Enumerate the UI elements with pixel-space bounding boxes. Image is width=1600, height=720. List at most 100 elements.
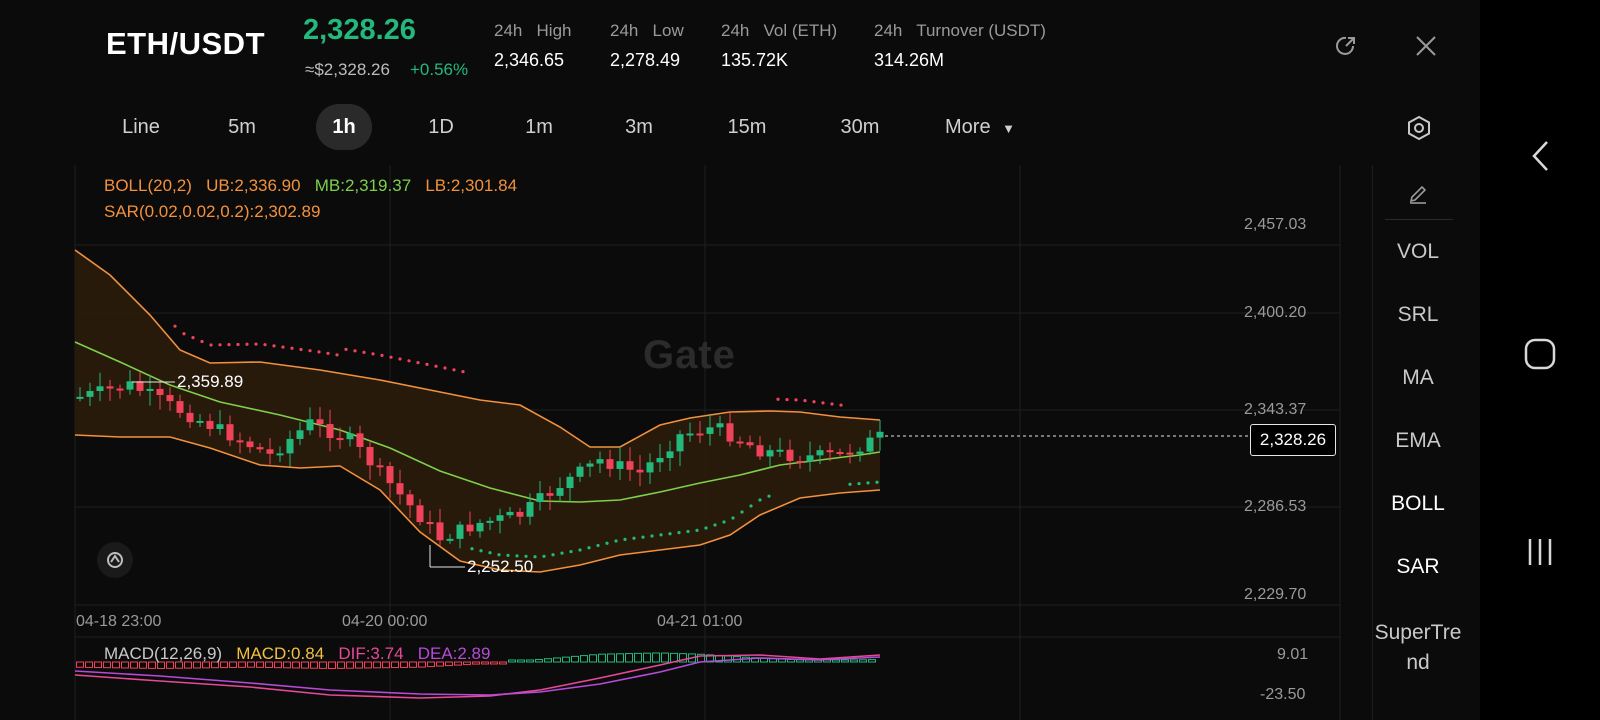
sar-dot [245, 342, 249, 346]
candle-body [526, 502, 534, 517]
macd-histogram-bar [850, 659, 858, 663]
sar-dot [470, 547, 474, 551]
tab-1h[interactable]: 1h [316, 104, 372, 150]
sar-dot [776, 397, 780, 401]
tab-line[interactable]: Line [106, 104, 176, 150]
chart-logo-icon[interactable] [97, 542, 133, 578]
candle-body [536, 493, 544, 503]
sar-dot [227, 343, 231, 347]
macd-histogram-bar [868, 659, 876, 663]
macd-dif: DIF:3.74 [338, 644, 404, 663]
candle-body [656, 458, 664, 463]
candle-body [156, 388, 164, 396]
candle-body [636, 469, 644, 473]
macd-histogram-bar [508, 659, 516, 663]
sar-dot [299, 347, 303, 352]
candle-body [746, 442, 754, 446]
candle-body [386, 466, 394, 484]
sar-dot [407, 359, 411, 363]
y-axis-label: 2,229.70 [1244, 586, 1307, 603]
sar-dot [191, 336, 195, 340]
indicator-boll[interactable]: BOLL [1373, 492, 1463, 516]
tab-1d[interactable]: 1D [411, 104, 471, 150]
watermark-logo: Gate [643, 333, 736, 377]
candle-body [116, 388, 124, 391]
indicator-supertrend[interactable]: SuperTre nd [1373, 618, 1463, 678]
sar-dot [722, 520, 726, 524]
stat-value: 314.26M [874, 50, 945, 70]
x-axis-label: 04-18 23:00 [76, 613, 162, 630]
candle-body [846, 452, 854, 455]
indicator-srl[interactable]: SRL [1373, 303, 1463, 327]
sar-dot [812, 400, 816, 404]
indicator-ema[interactable]: EMA [1373, 429, 1463, 453]
share-icon[interactable] [1330, 30, 1362, 62]
candle-body [776, 449, 784, 452]
sar-dot [659, 533, 663, 537]
settings-icon[interactable] [1403, 112, 1435, 144]
tab-5m[interactable]: 5m [212, 104, 272, 150]
sar-dot [749, 504, 753, 508]
tab-1m[interactable]: 1m [509, 104, 569, 150]
candle-body [416, 505, 424, 523]
back-icon[interactable] [1520, 136, 1560, 176]
tab-more[interactable]: More ▼ [945, 104, 1035, 150]
candle-body [826, 450, 834, 453]
sar-dot [641, 535, 645, 539]
candle-body [246, 441, 254, 448]
candle-body [596, 459, 604, 464]
price-usd: ≈$2,328.26 [305, 60, 390, 79]
candlestick-chart[interactable] [0, 165, 1372, 720]
macd-name: MACD(12,26,9) [104, 644, 223, 663]
candle-body [346, 433, 354, 440]
last-price: 2,328.26 [303, 14, 416, 46]
stat-24h-high: 24h High 2,346.65 [494, 21, 572, 71]
tab-3m[interactable]: 3m [609, 104, 669, 150]
candle-body [516, 511, 524, 517]
candle-body [546, 493, 554, 496]
home-icon[interactable] [1518, 332, 1562, 376]
sar-dot [443, 366, 447, 370]
indicator-ma[interactable]: MA [1373, 366, 1463, 390]
candle-body [806, 455, 814, 462]
sar-dot [677, 531, 681, 535]
stat-label: 24h Vol (ETH) [721, 21, 838, 40]
macd-histogram-bar [553, 657, 561, 663]
stat-value: 2,278.49 [610, 50, 681, 70]
candle-body [736, 441, 744, 444]
candle-body [856, 451, 864, 454]
candle-body [756, 445, 764, 457]
sar-dot [488, 551, 492, 555]
candle-body [106, 386, 114, 389]
sar-dot [497, 553, 501, 557]
pair-title: ETH/USDT [106, 26, 265, 61]
macd-histogram-bar [589, 654, 597, 663]
tab-15m[interactable]: 15m [712, 104, 782, 150]
indicator-sar[interactable]: SAR [1373, 555, 1463, 579]
candle-body [356, 433, 364, 448]
candle-body [586, 463, 594, 467]
macd-histogram-bar [607, 653, 615, 663]
candle-body [496, 515, 504, 521]
sar-dot [830, 402, 834, 406]
candle-body [136, 381, 144, 391]
candle-body [176, 401, 184, 413]
sar-legend: SAR(0.02,0.02,0.2):2,302.89 [104, 202, 321, 221]
tab-30m[interactable]: 30m [825, 104, 895, 150]
candle-body [256, 447, 264, 450]
price-change: +0.56% [410, 60, 469, 79]
candle-body [726, 423, 734, 442]
macd-histogram-bar [76, 661, 84, 668]
close-icon[interactable] [1410, 30, 1442, 62]
macd-histogram-bar [652, 652, 660, 663]
chart-area[interactable]: Gate BOLL(20,2) UB:2,336.90 MB:2,319.37 … [0, 165, 1480, 720]
high-annotation: 2,359.89 [177, 372, 244, 391]
sar-dot [425, 362, 429, 366]
macd-histogram-bar [841, 659, 849, 663]
pencil-icon[interactable] [1403, 179, 1433, 209]
indicator-vol[interactable]: VOL [1373, 240, 1463, 264]
trading-chart-screen: ETH/USDT 2,328.26 ≈$2,328.26 +0.56% 24h … [0, 0, 1480, 720]
recents-icon[interactable] [1518, 530, 1562, 574]
candle-body [686, 433, 694, 436]
sar-dot [200, 339, 204, 344]
